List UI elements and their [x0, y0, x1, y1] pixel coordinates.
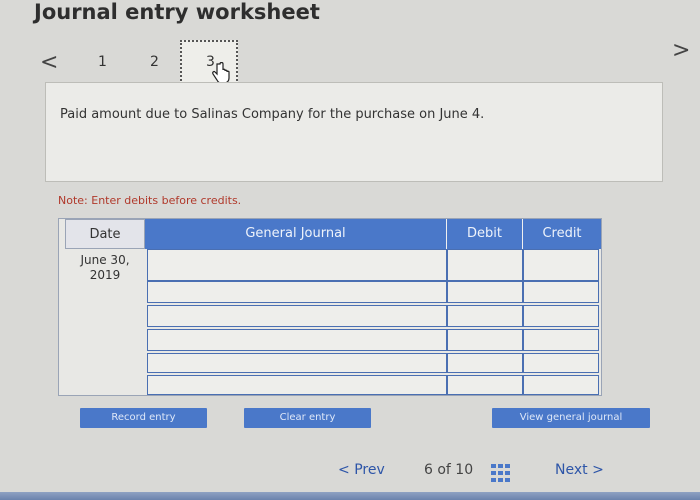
credit-input[interactable] — [523, 249, 599, 281]
grid-icon[interactable] — [490, 463, 512, 483]
next-page-link[interactable]: Next > — [555, 462, 604, 478]
previous-step-button[interactable]: < — [40, 50, 58, 75]
clear-entry-button[interactable]: Clear entry — [244, 408, 371, 428]
journal-row — [59, 353, 603, 373]
column-header-general-journal: General Journal — [145, 219, 447, 249]
note-text: Note: Enter debits before credits. — [58, 194, 242, 207]
debit-input[interactable] — [447, 375, 523, 395]
prev-page-link[interactable]: < Prev — [338, 462, 385, 478]
account-input[interactable] — [147, 305, 447, 327]
journal-row — [59, 281, 603, 303]
transaction-description-panel: Paid amount due to Salinas Company for t… — [45, 82, 663, 182]
journal-table: Date General Journal Debit Credit June 3… — [58, 218, 602, 396]
page-indicator: 6 of 10 — [424, 462, 474, 478]
debit-input[interactable] — [447, 329, 523, 351]
credit-input[interactable] — [523, 281, 599, 303]
account-input[interactable] — [147, 249, 447, 281]
debit-input[interactable] — [447, 305, 523, 327]
record-entry-button[interactable]: Record entry — [80, 408, 207, 428]
prev-label: Prev — [354, 462, 385, 478]
account-input[interactable] — [147, 329, 447, 351]
transaction-description: Paid amount due to Salinas Company for t… — [60, 107, 485, 122]
credit-input[interactable] — [523, 375, 599, 395]
debit-input[interactable] — [447, 249, 523, 281]
debit-input[interactable] — [447, 281, 523, 303]
footer-bar — [0, 492, 700, 500]
journal-row — [59, 329, 603, 351]
step-tab-1[interactable]: 1 — [98, 54, 107, 70]
next-label: Next — [555, 462, 588, 478]
step-tab-2[interactable]: 2 — [150, 54, 159, 70]
hand-pointer-icon — [212, 62, 230, 84]
view-general-journal-button[interactable]: View general journal — [492, 408, 650, 428]
account-input[interactable] — [147, 375, 447, 395]
column-header-date: Date — [65, 219, 145, 249]
account-input[interactable] — [147, 281, 447, 303]
journal-row — [59, 375, 603, 395]
journal-row — [59, 305, 603, 327]
column-header-debit: Debit — [447, 219, 523, 249]
page-title: Journal entry worksheet — [34, 0, 320, 24]
next-chevron-icon: > — [592, 462, 604, 478]
credit-input[interactable] — [523, 353, 599, 373]
credit-input[interactable] — [523, 305, 599, 327]
account-input[interactable] — [147, 353, 447, 373]
column-header-credit: Credit — [523, 219, 601, 249]
prev-chevron-icon: < — [338, 462, 350, 478]
next-step-button[interactable]: > — [672, 38, 690, 63]
journal-row — [59, 249, 603, 281]
credit-input[interactable] — [523, 329, 599, 351]
debit-input[interactable] — [447, 353, 523, 373]
